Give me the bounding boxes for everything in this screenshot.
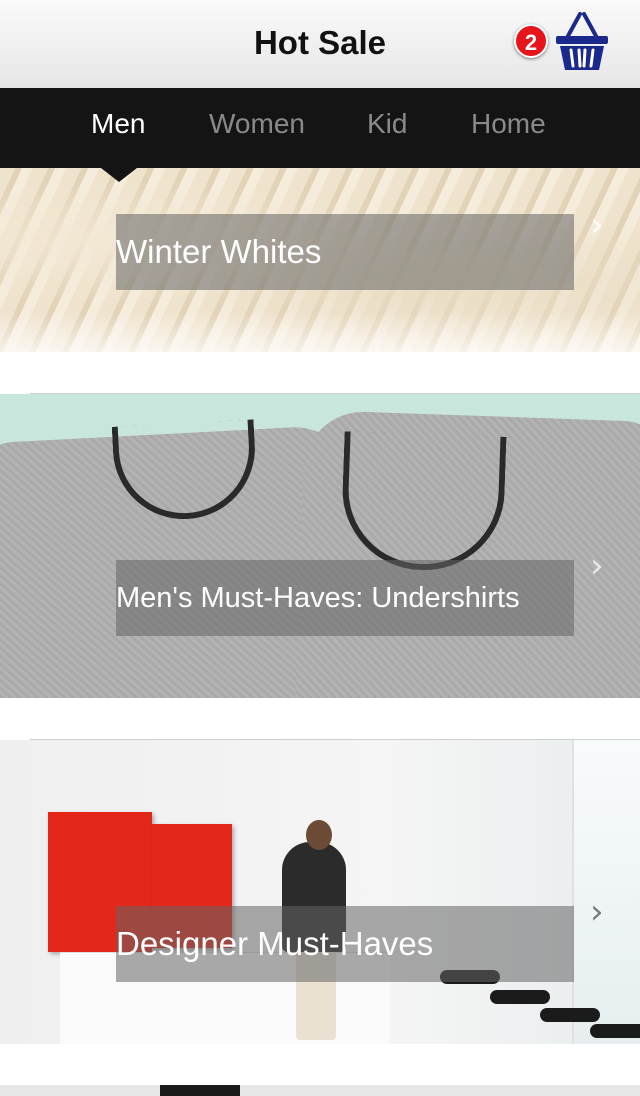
promo-card-title: Men's Must-Haves: Undershirts <box>116 560 574 636</box>
chevron-right-icon: › <box>590 546 604 586</box>
chevron-right-icon: › <box>590 205 604 245</box>
model-figure <box>306 820 332 850</box>
tab-women[interactable]: Women <box>209 88 305 168</box>
product-image-shirt <box>294 409 640 698</box>
tab-kid[interactable]: Kid <box>367 88 407 168</box>
background-window <box>572 740 640 1044</box>
cart-button[interactable]: 2 <box>514 10 610 76</box>
chair <box>540 1008 600 1022</box>
promo-card-winter-whites[interactable]: Winter Whites › <box>0 168 640 352</box>
cart-count-badge: 2 <box>514 24 548 58</box>
promo-card-designer[interactable]: Designer Must-Haves › <box>0 740 640 1044</box>
chair <box>590 1024 640 1038</box>
header-bar: Hot Sale 2 <box>0 0 640 89</box>
chair <box>490 990 550 1004</box>
tab-men[interactable]: Men <box>91 88 145 168</box>
promo-card-title: Designer Must-Haves <box>116 906 574 982</box>
promo-card-undershirts[interactable]: Men's Must-Haves: Undershirts › <box>0 394 640 698</box>
tab-home[interactable]: Home <box>471 88 546 168</box>
basket-icon <box>556 12 608 70</box>
promo-card-partial[interactable] <box>0 1085 640 1096</box>
chevron-right-icon: › <box>590 892 604 932</box>
promo-card-title: Winter Whites <box>116 214 574 290</box>
category-tabs: Men Women Kid Home <box>0 88 640 168</box>
active-tab-indicator <box>101 168 137 182</box>
